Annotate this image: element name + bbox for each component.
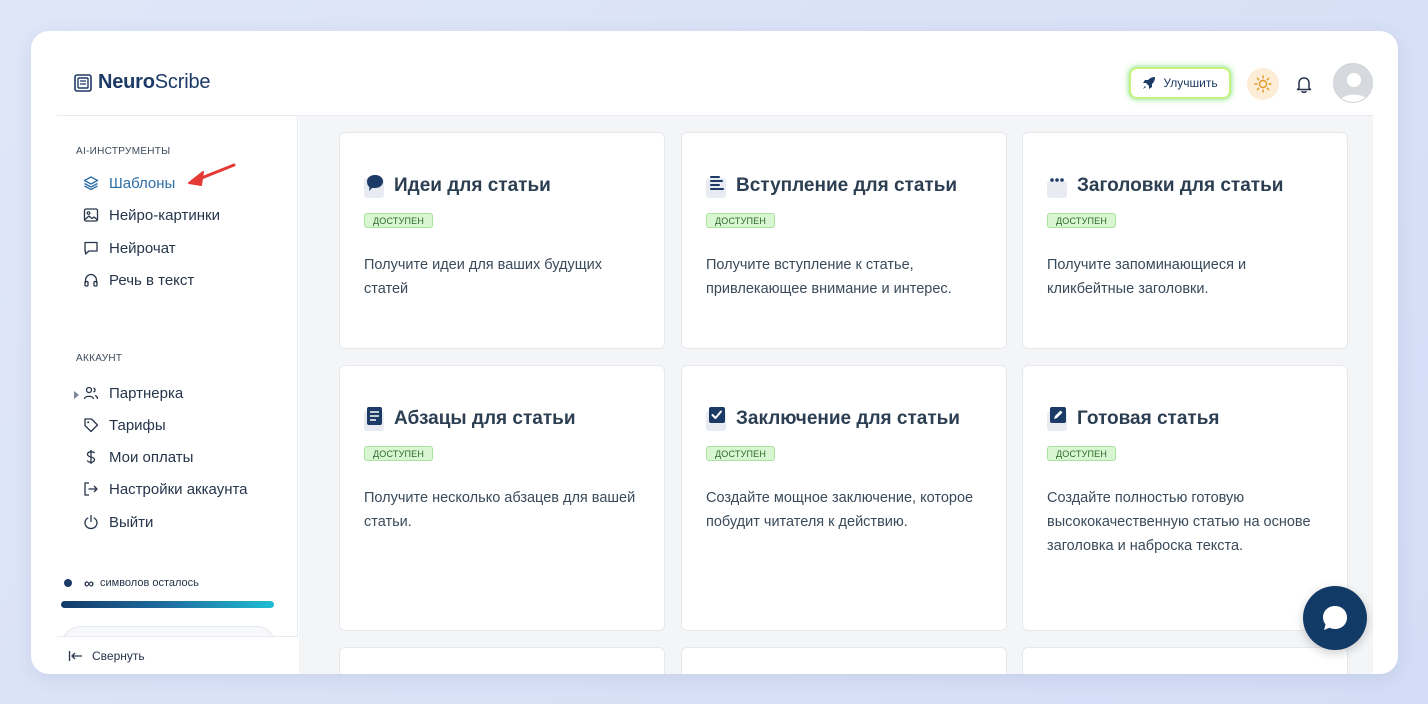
credits-label: символов осталось — [99, 577, 199, 589]
chat-bubble-icon — [84, 241, 98, 255]
headphones-icon — [84, 273, 98, 287]
rocket-icon — [1143, 77, 1156, 89]
status-badge: доступен — [706, 213, 776, 228]
image-icon — [83, 208, 99, 222]
avatar-placeholder-icon — [1334, 64, 1372, 102]
card-title: Заключение для статьи — [706, 406, 960, 432]
section-title-account: АККАУНТ — [76, 353, 123, 364]
section-title-tools: AI-ИНСТРУМЕНТЫ — [76, 146, 171, 157]
card-description: Получите идеи для ваших будущих статей — [364, 257, 603, 297]
sun-icon — [1254, 75, 1272, 93]
card-description: Получите несколько абзацев для вашей ста… — [364, 490, 636, 530]
collapse-label: Свернуть — [92, 649, 145, 663]
card-article-ideas[interactable]: Идеи для статьи доступен Получите идеи д… — [339, 132, 665, 349]
sidebar-item-logout[interactable]: Выйти — [83, 510, 153, 534]
card-article-paragraphs[interactable]: Абзацы для статьи доступен Получите неск… — [339, 365, 665, 631]
upgrade-label: Улучшить — [1163, 76, 1218, 90]
collapse-arrow-icon — [68, 651, 82, 661]
sidebar-item-neuro-images[interactable]: Нейро-картинки — [83, 203, 220, 227]
sidebar-item-label: Речь в текст — [109, 271, 195, 289]
card-partial[interactable] — [1022, 647, 1348, 674]
sidebar: AI-ИНСТРУМЕНТЫ Шаблоны Нейро-картинки Не… — [57, 116, 298, 674]
templates-grid: Идеи для статьи доступен Получите идеи д… — [299, 116, 1373, 674]
user-avatar[interactable] — [1333, 63, 1373, 103]
login-arrow-icon — [84, 482, 98, 496]
theme-toggle-button[interactable] — [1247, 68, 1279, 100]
logo-icon — [74, 73, 92, 92]
card-title: Заголовки для статьи — [1047, 173, 1283, 199]
status-badge: доступен — [364, 446, 434, 461]
collapse-area: Свернуть — [57, 636, 298, 674]
sidebar-item-label: Шаблоны — [109, 174, 176, 192]
checkbox-icon — [706, 407, 726, 431]
card-title: Вступление для статьи — [706, 173, 957, 199]
top-header: NeuroScribe Улучшить — [57, 31, 1373, 116]
card-article-intro[interactable]: Вступление для статьи доступен Получите … — [681, 132, 1007, 349]
expand-caret-icon[interactable] — [74, 391, 79, 399]
users-icon — [83, 386, 99, 400]
credits-remaining: ∞ символов осталось — [64, 575, 199, 591]
credits-dot — [64, 579, 72, 587]
sidebar-item-label: Мои оплаты — [109, 448, 194, 466]
card-partial[interactable] — [339, 647, 665, 674]
status-badge: доступен — [1047, 213, 1117, 228]
sidebar-item-speech-to-text[interactable]: Речь в текст — [83, 268, 194, 292]
card-article-headlines[interactable]: Заголовки для статьи доступен Получите з… — [1022, 132, 1348, 349]
power-icon — [84, 514, 98, 530]
credits-progress-bar — [61, 601, 274, 608]
sidebar-item-label: Нейро-картинки — [109, 206, 220, 224]
dots-card-icon — [1047, 178, 1067, 198]
sidebar-item-neurochat[interactable]: Нейрочат — [83, 236, 176, 260]
status-badge: доступен — [706, 446, 776, 461]
status-badge: доступен — [1047, 446, 1117, 461]
sidebar-item-label: Выйти — [109, 513, 154, 531]
sidebar-item-templates[interactable]: Шаблоны — [83, 171, 175, 195]
card-finished-article[interactable]: Готовая статья доступен Создайте полност… — [1022, 365, 1348, 631]
app-window: NeuroScribe Улучшить AI-ИНСТРУМЕНТЫ Шабл… — [31, 31, 1398, 674]
card-title: Готовая статья — [1047, 406, 1220, 432]
sidebar-item-label: Нейрочат — [109, 239, 176, 257]
card-title: Идеи для статьи — [364, 173, 551, 199]
upgrade-button[interactable]: Улучшить — [1129, 67, 1231, 99]
card-description: Создайте полностью готовую высококачеств… — [1047, 490, 1311, 554]
card-description: Получите вступление к статье, привлекающ… — [706, 257, 952, 297]
speech-bubble-icon — [364, 175, 384, 198]
status-badge: доступен — [364, 213, 434, 228]
card-title: Абзацы для статьи — [364, 406, 576, 432]
sidebar-item-tariffs[interactable]: Тарифы — [83, 413, 166, 437]
chat-bubble-icon — [1323, 606, 1347, 630]
credits-value: ∞ — [84, 575, 94, 591]
support-chat-button[interactable] — [1303, 586, 1367, 650]
layers-icon — [83, 176, 99, 191]
collapse-sidebar-button[interactable]: Свернуть — [68, 649, 145, 663]
sidebar-item-partner[interactable]: Партнерка — [83, 381, 183, 405]
text-lines-icon — [706, 176, 726, 198]
sidebar-item-label: Тарифы — [109, 416, 166, 434]
sidebar-item-account-settings[interactable]: Настройки аккаунта — [83, 477, 248, 501]
card-partial[interactable] — [681, 647, 1007, 674]
sidebar-item-label: Настройки аккаунта — [109, 480, 248, 498]
sidebar-item-payments[interactable]: Мои оплаты — [83, 445, 193, 469]
card-description: Получите запоминающиеся и кликбейтные за… — [1047, 257, 1247, 297]
pencil-square-icon — [1047, 407, 1067, 431]
dollar-icon — [86, 450, 96, 464]
logo[interactable]: NeuroScribe — [74, 71, 210, 94]
logo-text: NeuroScribe — [98, 71, 211, 93]
bell-icon[interactable] — [1294, 74, 1314, 94]
document-icon — [364, 407, 384, 431]
sidebar-item-label: Партнерка — [109, 384, 184, 402]
tag-icon — [84, 418, 99, 433]
card-description: Создайте мощное заключение, которое побу… — [706, 490, 974, 530]
card-article-conclusion[interactable]: Заключение для статьи доступен Создайте … — [681, 365, 1007, 631]
